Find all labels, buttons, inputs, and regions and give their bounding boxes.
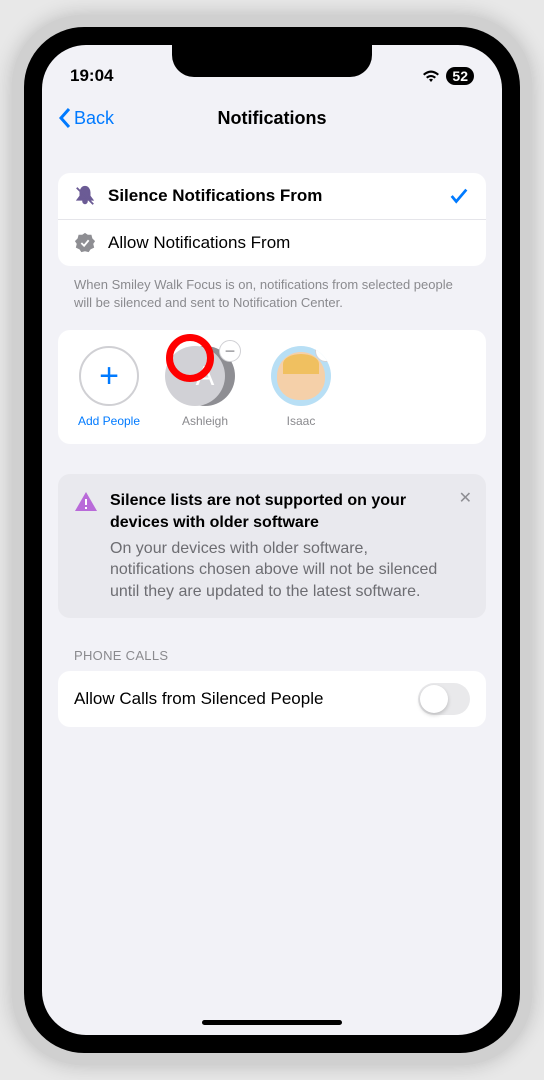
wifi-icon bbox=[422, 69, 440, 83]
alert-body: On your devices with older software, not… bbox=[110, 538, 452, 603]
person-isaac[interactable]: − Isaac bbox=[262, 346, 340, 428]
allow-calls-switch[interactable] bbox=[418, 683, 470, 715]
switch-knob bbox=[420, 685, 448, 713]
phone-frame: 19:04 52 Back Notifications Silence No bbox=[12, 15, 532, 1065]
avatar-isaac: − bbox=[271, 346, 331, 406]
memoji-face bbox=[277, 352, 325, 400]
home-indicator[interactable] bbox=[202, 1020, 342, 1025]
notch bbox=[172, 45, 372, 77]
badge-check-icon bbox=[74, 232, 96, 254]
phone-bezel: 19:04 52 Back Notifications Silence No bbox=[24, 27, 520, 1053]
allow-calls-row[interactable]: Allow Calls from Silenced People bbox=[58, 671, 486, 727]
back-button[interactable]: Back bbox=[58, 107, 114, 129]
warning-icon bbox=[74, 490, 98, 514]
remove-ashleigh-button[interactable]: − bbox=[219, 340, 241, 362]
add-people-avatar: + bbox=[79, 346, 139, 406]
person-name-isaac: Isaac bbox=[287, 414, 316, 428]
screen: 19:04 52 Back Notifications Silence No bbox=[42, 45, 502, 1035]
description-text: When Smiley Walk Focus is on, notificati… bbox=[58, 266, 486, 330]
bell-slash-icon bbox=[74, 185, 96, 207]
allow-option[interactable]: Allow Notifications From bbox=[58, 220, 486, 266]
alert-close-button[interactable]: ✕ bbox=[459, 488, 472, 508]
allow-label: Allow Notifications From bbox=[108, 233, 470, 253]
chevron-left-icon bbox=[58, 107, 72, 129]
add-people-button[interactable]: + Add People bbox=[70, 346, 148, 428]
alert-title: Silence lists are not supported on your … bbox=[110, 490, 452, 533]
allow-calls-label: Allow Calls from Silenced People bbox=[74, 689, 323, 709]
add-people-label: Add People bbox=[78, 414, 140, 428]
silence-label: Silence Notifications From bbox=[108, 186, 436, 206]
status-time: 19:04 bbox=[70, 66, 113, 86]
alert-content: Silence lists are not supported on your … bbox=[110, 490, 470, 602]
person-name-ashleigh: Ashleigh bbox=[182, 414, 228, 428]
silence-option[interactable]: Silence Notifications From bbox=[58, 173, 486, 220]
phone-calls-header: PHONE CALLS bbox=[58, 618, 486, 671]
checkmark-icon bbox=[448, 185, 470, 207]
nav-bar: Back Notifications bbox=[42, 93, 502, 143]
page-title: Notifications bbox=[217, 108, 326, 129]
alert-card: Silence lists are not supported on your … bbox=[58, 474, 486, 618]
back-label: Back bbox=[74, 108, 114, 129]
status-indicators: 52 bbox=[422, 67, 474, 85]
content: Silence Notifications From Allow Notific… bbox=[42, 143, 502, 727]
battery-badge: 52 bbox=[446, 67, 474, 85]
plus-icon: + bbox=[99, 357, 119, 396]
notification-mode-list: Silence Notifications From Allow Notific… bbox=[58, 173, 486, 266]
people-card: + Add People A − Ashleigh bbox=[58, 330, 486, 444]
